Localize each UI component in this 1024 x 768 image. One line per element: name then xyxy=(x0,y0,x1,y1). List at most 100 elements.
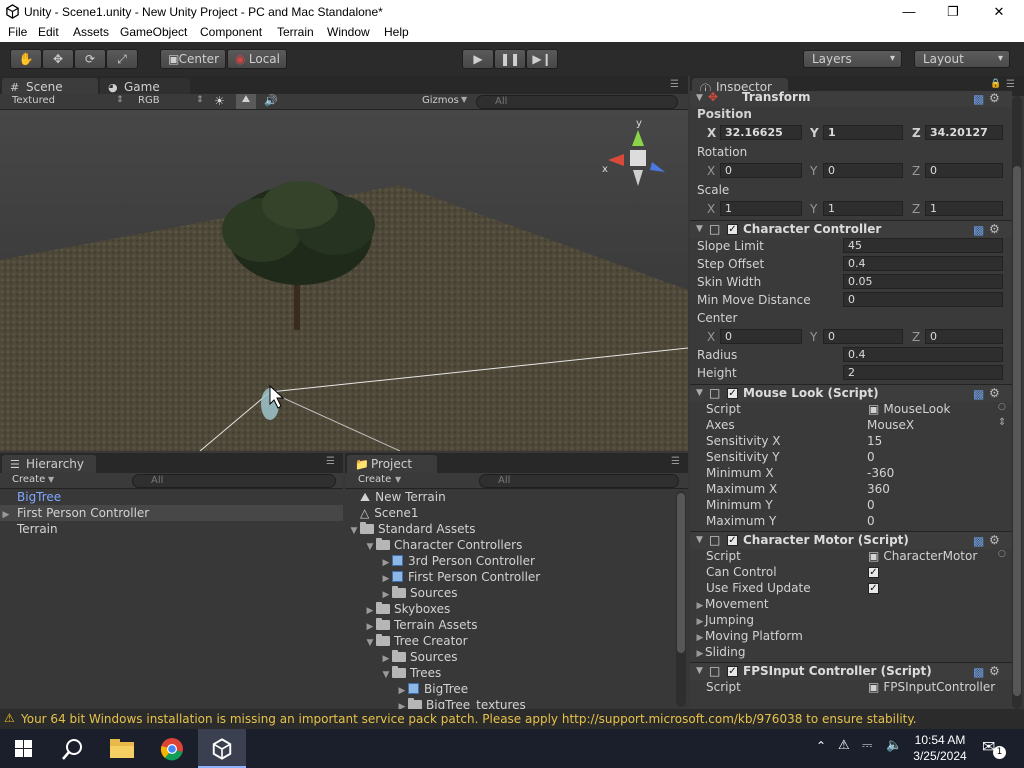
tab-project[interactable]: 📁 Project xyxy=(347,455,437,473)
hierarchy-create-dropdown[interactable]: Create xyxy=(12,474,45,485)
inspector-scrollbar[interactable] xyxy=(1012,96,1022,709)
axes-dropdown[interactable]: MouseX xyxy=(867,418,914,432)
gizmos-dropdown[interactable]: Gizmos xyxy=(422,95,459,106)
scene-search-input[interactable]: All xyxy=(476,95,678,109)
project-item-bigtree-textures[interactable]: ▶ BigTree_textures xyxy=(396,697,526,709)
menu-window[interactable]: Window xyxy=(327,25,370,39)
hierarchy-search-input[interactable]: All xyxy=(132,474,336,488)
clock-time[interactable]: 10:54 AM xyxy=(908,733,972,747)
expand-arrow-icon[interactable]: ▶ xyxy=(396,699,408,709)
rotation-y-field[interactable]: 0 xyxy=(823,163,903,178)
sensitivity-x-field[interactable]: 15 xyxy=(867,434,882,448)
object-picker-icon[interactable]: ○ xyxy=(998,549,1006,559)
project-item-tree-creator[interactable]: ▼ Tree Creator xyxy=(364,633,468,649)
scale-y-field[interactable]: 1 xyxy=(823,201,903,216)
scene-image-toggle-icon[interactable]: ⛰ xyxy=(236,94,256,109)
maximize-button[interactable]: ❐ xyxy=(930,0,976,24)
jumping-foldout[interactable]: ▶ Jumping xyxy=(695,613,754,627)
project-scrollbar[interactable] xyxy=(676,491,686,707)
rotation-x-field[interactable]: 0 xyxy=(720,163,802,178)
menu-help[interactable]: Help xyxy=(384,25,409,39)
collapse-arrow-icon[interactable]: ▼ xyxy=(696,532,703,549)
menu-file[interactable]: File xyxy=(8,25,27,39)
collapse-arrow-icon[interactable]: ▼ xyxy=(364,635,376,651)
use-fixed-update-checkbox[interactable]: ✓ xyxy=(868,583,879,594)
project-search-input[interactable]: All xyxy=(479,474,679,488)
scale-x-field[interactable]: 1 xyxy=(720,201,802,216)
help-book-icon[interactable]: ▩ xyxy=(973,386,984,403)
charactermotor-script-field[interactable]: ▣ CharacterMotor xyxy=(868,549,977,563)
menu-terrain[interactable]: Terrain xyxy=(277,25,314,39)
project-item-scene1[interactable]: △ Scene1 xyxy=(360,505,418,521)
position-y-field[interactable]: 1 xyxy=(823,125,903,140)
transform-header[interactable]: ▼ ✥ Transform ▩ ⚙ xyxy=(690,90,1012,108)
action-center-button[interactable]: ✉ 1 xyxy=(982,737,1006,759)
character-motor-header[interactable]: ▼ □ ✓ Character Motor (Script) ▩ ⚙ xyxy=(690,531,1012,549)
hand-tool-button[interactable]: ✋ xyxy=(10,49,42,69)
can-control-checkbox[interactable]: ✓ xyxy=(868,567,879,578)
minimum-y-field[interactable]: 0 xyxy=(867,498,875,512)
step-button[interactable]: ▶❙ xyxy=(526,49,558,69)
panel-menu-icon[interactable]: ☰ xyxy=(326,456,335,467)
mouse-look-header[interactable]: ▼ □ ✓ Mouse Look (Script) ▩ ⚙ xyxy=(690,384,1012,402)
search-button[interactable] xyxy=(48,729,96,768)
rotation-z-field[interactable]: 0 xyxy=(925,163,1003,178)
project-item-character-controllers[interactable]: ▼ Character Controllers xyxy=(364,537,522,553)
minimize-button[interactable]: — xyxy=(886,0,932,24)
tab-hierarchy[interactable]: ☰ Hierarchy xyxy=(2,455,96,473)
min-move-distance-field[interactable]: 0 xyxy=(843,292,1003,307)
center-y-field[interactable]: 0 xyxy=(823,329,903,344)
pivot-local-button[interactable]: ◉ Local xyxy=(227,49,287,69)
status-message[interactable]: Your 64 bit Windows installation is miss… xyxy=(21,712,917,726)
project-item-trees[interactable]: ▼ Trees xyxy=(380,665,441,681)
slope-limit-field[interactable]: 45 xyxy=(843,238,1003,253)
file-explorer-button[interactable] xyxy=(98,729,146,768)
project-item-first-person-controller[interactable]: ▶ First Person Controller xyxy=(380,569,541,585)
rotate-tool-button[interactable]: ⟳ xyxy=(74,49,106,69)
center-x-field[interactable]: 0 xyxy=(720,329,802,344)
moving-platform-foldout[interactable]: ▶ Moving Platform xyxy=(695,629,803,643)
render-mode-dropdown[interactable]: RGB xyxy=(138,95,160,106)
status-bar[interactable]: ⚠ Your 64 bit Windows installation is mi… xyxy=(0,709,1024,729)
gear-icon[interactable]: ⚙ xyxy=(989,90,1000,107)
volume-muted-icon[interactable]: 🔈 xyxy=(886,738,902,753)
shading-dropdown[interactable]: Textured xyxy=(12,95,55,106)
maximum-x-field[interactable]: 360 xyxy=(867,482,890,496)
help-book-icon[interactable]: ▩ xyxy=(973,664,984,681)
collapse-arrow-icon[interactable]: ▼ xyxy=(348,523,360,539)
hierarchy-item-terrain[interactable]: Terrain xyxy=(0,521,343,537)
audio-toggle-icon[interactable]: 🔊 xyxy=(264,94,278,107)
hierarchy-item-bigtree[interactable]: BigTree xyxy=(0,489,343,505)
help-book-icon[interactable]: ▩ xyxy=(973,533,984,550)
inspector-scrollbar-thumb[interactable] xyxy=(1013,166,1021,696)
project-item-3rd-person-controller[interactable]: ▶ 3rd Person Controller xyxy=(380,553,535,569)
fpsinputcontroller-script-field[interactable]: ▣ FPSInputController xyxy=(868,680,995,694)
help-book-icon[interactable]: ▩ xyxy=(973,91,984,108)
network-icon[interactable]: ⎓ xyxy=(862,738,872,753)
collapse-arrow-icon[interactable]: ▼ xyxy=(696,90,703,107)
collapse-arrow-icon[interactable]: ▼ xyxy=(696,385,703,402)
unity-taskbar-button[interactable] xyxy=(198,729,246,768)
gear-icon[interactable]: ⚙ xyxy=(989,532,1000,549)
character-controller-header[interactable]: ▼ □ ✓ Character Controller ▩ ⚙ xyxy=(690,220,1012,238)
sensitivity-y-field[interactable]: 0 xyxy=(867,450,875,464)
component-enabled-checkbox[interactable]: ✓ xyxy=(727,388,738,399)
skin-width-field[interactable]: 0.05 xyxy=(843,274,1003,289)
clock-date[interactable]: 3/25/2024 xyxy=(908,749,972,763)
pause-button[interactable]: ❚❚ xyxy=(494,49,526,69)
component-enabled-checkbox[interactable]: ✓ xyxy=(727,224,738,235)
panel-menu-icon[interactable]: ☰ xyxy=(1006,79,1015,90)
sliding-foldout[interactable]: ▶ Sliding xyxy=(695,645,746,659)
minimum-x-field[interactable]: -360 xyxy=(867,466,894,480)
menu-gameobject[interactable]: GameObject xyxy=(120,25,187,39)
collapse-arrow-icon[interactable]: ▼ xyxy=(364,539,376,555)
menu-component[interactable]: Component xyxy=(200,25,262,39)
movement-foldout[interactable]: ▶ Movement xyxy=(695,597,769,611)
project-item-standard-assets[interactable]: ▼ Standard Assets xyxy=(348,521,475,537)
project-item-tree-sources[interactable]: ▶ Sources xyxy=(380,649,457,665)
play-button[interactable]: ▶ xyxy=(462,49,494,69)
collapse-arrow-icon[interactable]: ▼ xyxy=(380,667,392,683)
security-center-icon[interactable]: ⚠ xyxy=(838,738,850,753)
gear-icon[interactable]: ⚙ xyxy=(989,385,1000,402)
step-offset-field[interactable]: 0.4 xyxy=(843,256,1003,271)
